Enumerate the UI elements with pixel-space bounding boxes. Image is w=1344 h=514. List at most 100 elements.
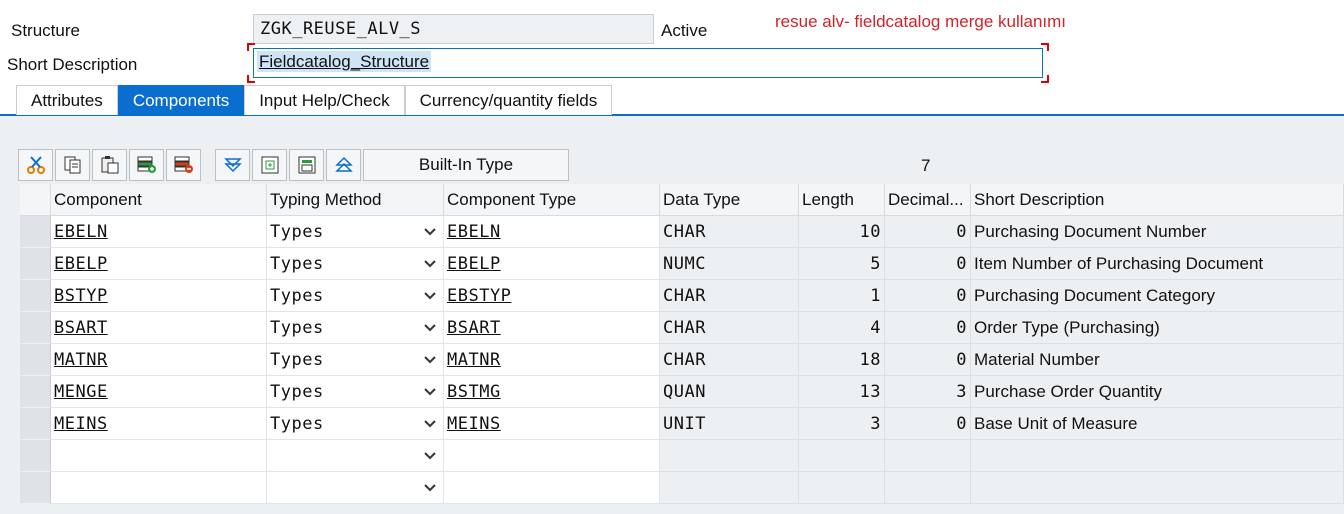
cell-short-description-text: Order Type (Purchasing)	[974, 317, 1160, 337]
cell-typing-method[interactable]: Types	[267, 216, 444, 248]
cell-component[interactable]: MATNR	[51, 344, 267, 376]
chevron-down-icon[interactable]	[423, 320, 437, 334]
cell-length-text: 4	[870, 317, 881, 338]
table-row[interactable]: BSTYP Types EBSTYP CHAR 1 0 Purchasing Documen…	[20, 280, 1344, 312]
row-selector[interactable]	[20, 376, 51, 408]
cell-component-type[interactable]: EBSTYP	[444, 280, 660, 312]
chevron-down-icon[interactable]	[423, 384, 437, 398]
cell-short-description: Item Number of Purchasing Document	[971, 248, 1344, 280]
table-row[interactable]: MEINS Types MEINS UNIT 3 0 Base Unit of Measur…	[20, 408, 1344, 440]
insert-row-button[interactable]	[129, 149, 164, 181]
table-row[interactable]: EBELP Types EBELP NUMC 5 0 Item Number of Purc…	[20, 248, 1344, 280]
cut-button[interactable]	[18, 149, 53, 181]
chevron-down-icon[interactable]	[423, 448, 437, 462]
cell-component-type[interactable]	[444, 472, 660, 504]
tab-currency-quantity-fields[interactable]: Currency/quantity fields	[404, 85, 613, 115]
cell-short-description: Material Number	[971, 344, 1344, 376]
cell-typing-method[interactable]	[267, 472, 444, 504]
expand-include-button[interactable]	[289, 149, 324, 181]
cell-length-text: 3	[870, 413, 881, 434]
table-row[interactable]	[20, 440, 1344, 472]
built-in-type-button[interactable]: Built-In Type	[363, 149, 569, 181]
cell-component[interactable]: MENGE	[51, 376, 267, 408]
row-selector[interactable]	[20, 440, 51, 472]
cell-component-type[interactable]: BSTMG	[444, 376, 660, 408]
row-selector[interactable]	[20, 312, 51, 344]
cell-component[interactable]	[51, 440, 267, 472]
cell-typing-method[interactable]: Types	[267, 408, 444, 440]
table-row[interactable]	[20, 472, 1344, 504]
chevron-down-icon[interactable]	[423, 352, 437, 366]
expand-include-icon	[298, 156, 315, 174]
cell-component-type[interactable]: EBELN	[444, 216, 660, 248]
cell-length-text: 10	[859, 221, 881, 242]
cell-typing-method[interactable]: Types	[267, 248, 444, 280]
tab-components[interactable]: Components	[117, 85, 245, 115]
cell-typing-method[interactable]	[267, 440, 444, 472]
col-header-decimal[interactable]: Decimal...	[885, 184, 971, 216]
cell-data-type-text: CHAR	[663, 317, 706, 338]
row-selector[interactable]	[20, 344, 51, 376]
cell-length-text: 1	[870, 285, 881, 306]
row-selector[interactable]	[20, 408, 51, 440]
cell-component[interactable]: BSART	[51, 312, 267, 344]
cell-data-type: CHAR	[660, 312, 799, 344]
cell-short-description-text: Purchase Order Quantity	[974, 381, 1163, 401]
annotation-text: resue alv- fieldcatalog merge kullanımı	[775, 12, 1067, 31]
cell-length: 1	[799, 280, 885, 312]
cell-component[interactable]: MEINS	[51, 408, 267, 440]
cell-component[interactable]: EBELP	[51, 248, 267, 280]
cell-component-type[interactable]: BSART	[444, 312, 660, 344]
table-row[interactable]: EBELN Types EBELN CHAR 10 0 Purchasing Documen…	[20, 216, 1344, 248]
copy-button[interactable]	[55, 149, 90, 181]
cell-decimal	[885, 472, 971, 504]
row-count: 7	[921, 156, 931, 175]
cell-component[interactable]: BSTYP	[51, 280, 267, 312]
row-selector[interactable]	[20, 216, 51, 248]
paste-button[interactable]	[92, 149, 127, 181]
cell-typing-method-text: Types	[270, 285, 324, 306]
chevron-down-icon[interactable]	[423, 224, 437, 238]
chevron-down-icon[interactable]	[423, 416, 437, 430]
cell-typing-method[interactable]: Types	[267, 280, 444, 312]
move-up-button[interactable]	[326, 149, 361, 181]
col-header-component[interactable]: Component	[51, 184, 267, 216]
cell-component-type[interactable]: MEINS	[444, 408, 660, 440]
cell-short-description-text: Purchasing Document Category	[974, 285, 1215, 305]
chevron-down-icon[interactable]	[423, 256, 437, 270]
cell-typing-method[interactable]: Types	[267, 344, 444, 376]
cell-component[interactable]: EBELN	[51, 216, 267, 248]
cell-length	[799, 440, 885, 472]
cell-component-type-text: EBELN	[447, 221, 501, 242]
delete-row-button[interactable]	[166, 149, 201, 181]
table-row[interactable]: MATNR Types MATNR CHAR 18 0 Material Number	[20, 344, 1344, 376]
col-header-short-description[interactable]: Short Description	[971, 184, 1344, 216]
cell-short-description-text: Base Unit of Measure	[974, 413, 1138, 433]
col-header-data-type[interactable]: Data Type	[660, 184, 799, 216]
cell-typing-method[interactable]: Types	[267, 376, 444, 408]
cell-component[interactable]	[51, 472, 267, 504]
cell-component-type[interactable]	[444, 440, 660, 472]
table-row[interactable]: MENGE Types BSTMG QUAN 13 3 Purchase Order Qua…	[20, 376, 1344, 408]
filter-down-button[interactable]	[215, 149, 250, 181]
col-header-component-type[interactable]: Component Type	[444, 184, 660, 216]
row-selector[interactable]	[20, 248, 51, 280]
cell-component-type-text: MEINS	[447, 413, 501, 434]
col-header-length[interactable]: Length	[799, 184, 885, 216]
table-row[interactable]: BSART Types BSART CHAR 4 0 Order Type (Purchas…	[20, 312, 1344, 344]
row-selector[interactable]	[20, 280, 51, 312]
short-desc-field[interactable]: Fieldcatalog_Structure	[253, 48, 1043, 78]
add-include-button[interactable]	[252, 149, 287, 181]
col-header-typing-method[interactable]: Typing Method	[267, 184, 444, 216]
cell-component-type[interactable]: EBELP	[444, 248, 660, 280]
cell-data-type-text: CHAR	[663, 221, 706, 242]
row-selector[interactable]	[20, 472, 51, 504]
chevron-down-icon[interactable]	[423, 288, 437, 302]
tab-attributes[interactable]: Attributes	[16, 85, 118, 115]
cell-typing-method[interactable]: Types	[267, 312, 444, 344]
cell-component-type[interactable]: MATNR	[444, 344, 660, 376]
focus-bracket-br	[1041, 75, 1049, 83]
cell-component-type-text: EBSTYP	[447, 285, 512, 306]
tab-input-help-check[interactable]: Input Help/Check	[244, 85, 405, 115]
chevron-down-icon[interactable]	[423, 480, 437, 494]
